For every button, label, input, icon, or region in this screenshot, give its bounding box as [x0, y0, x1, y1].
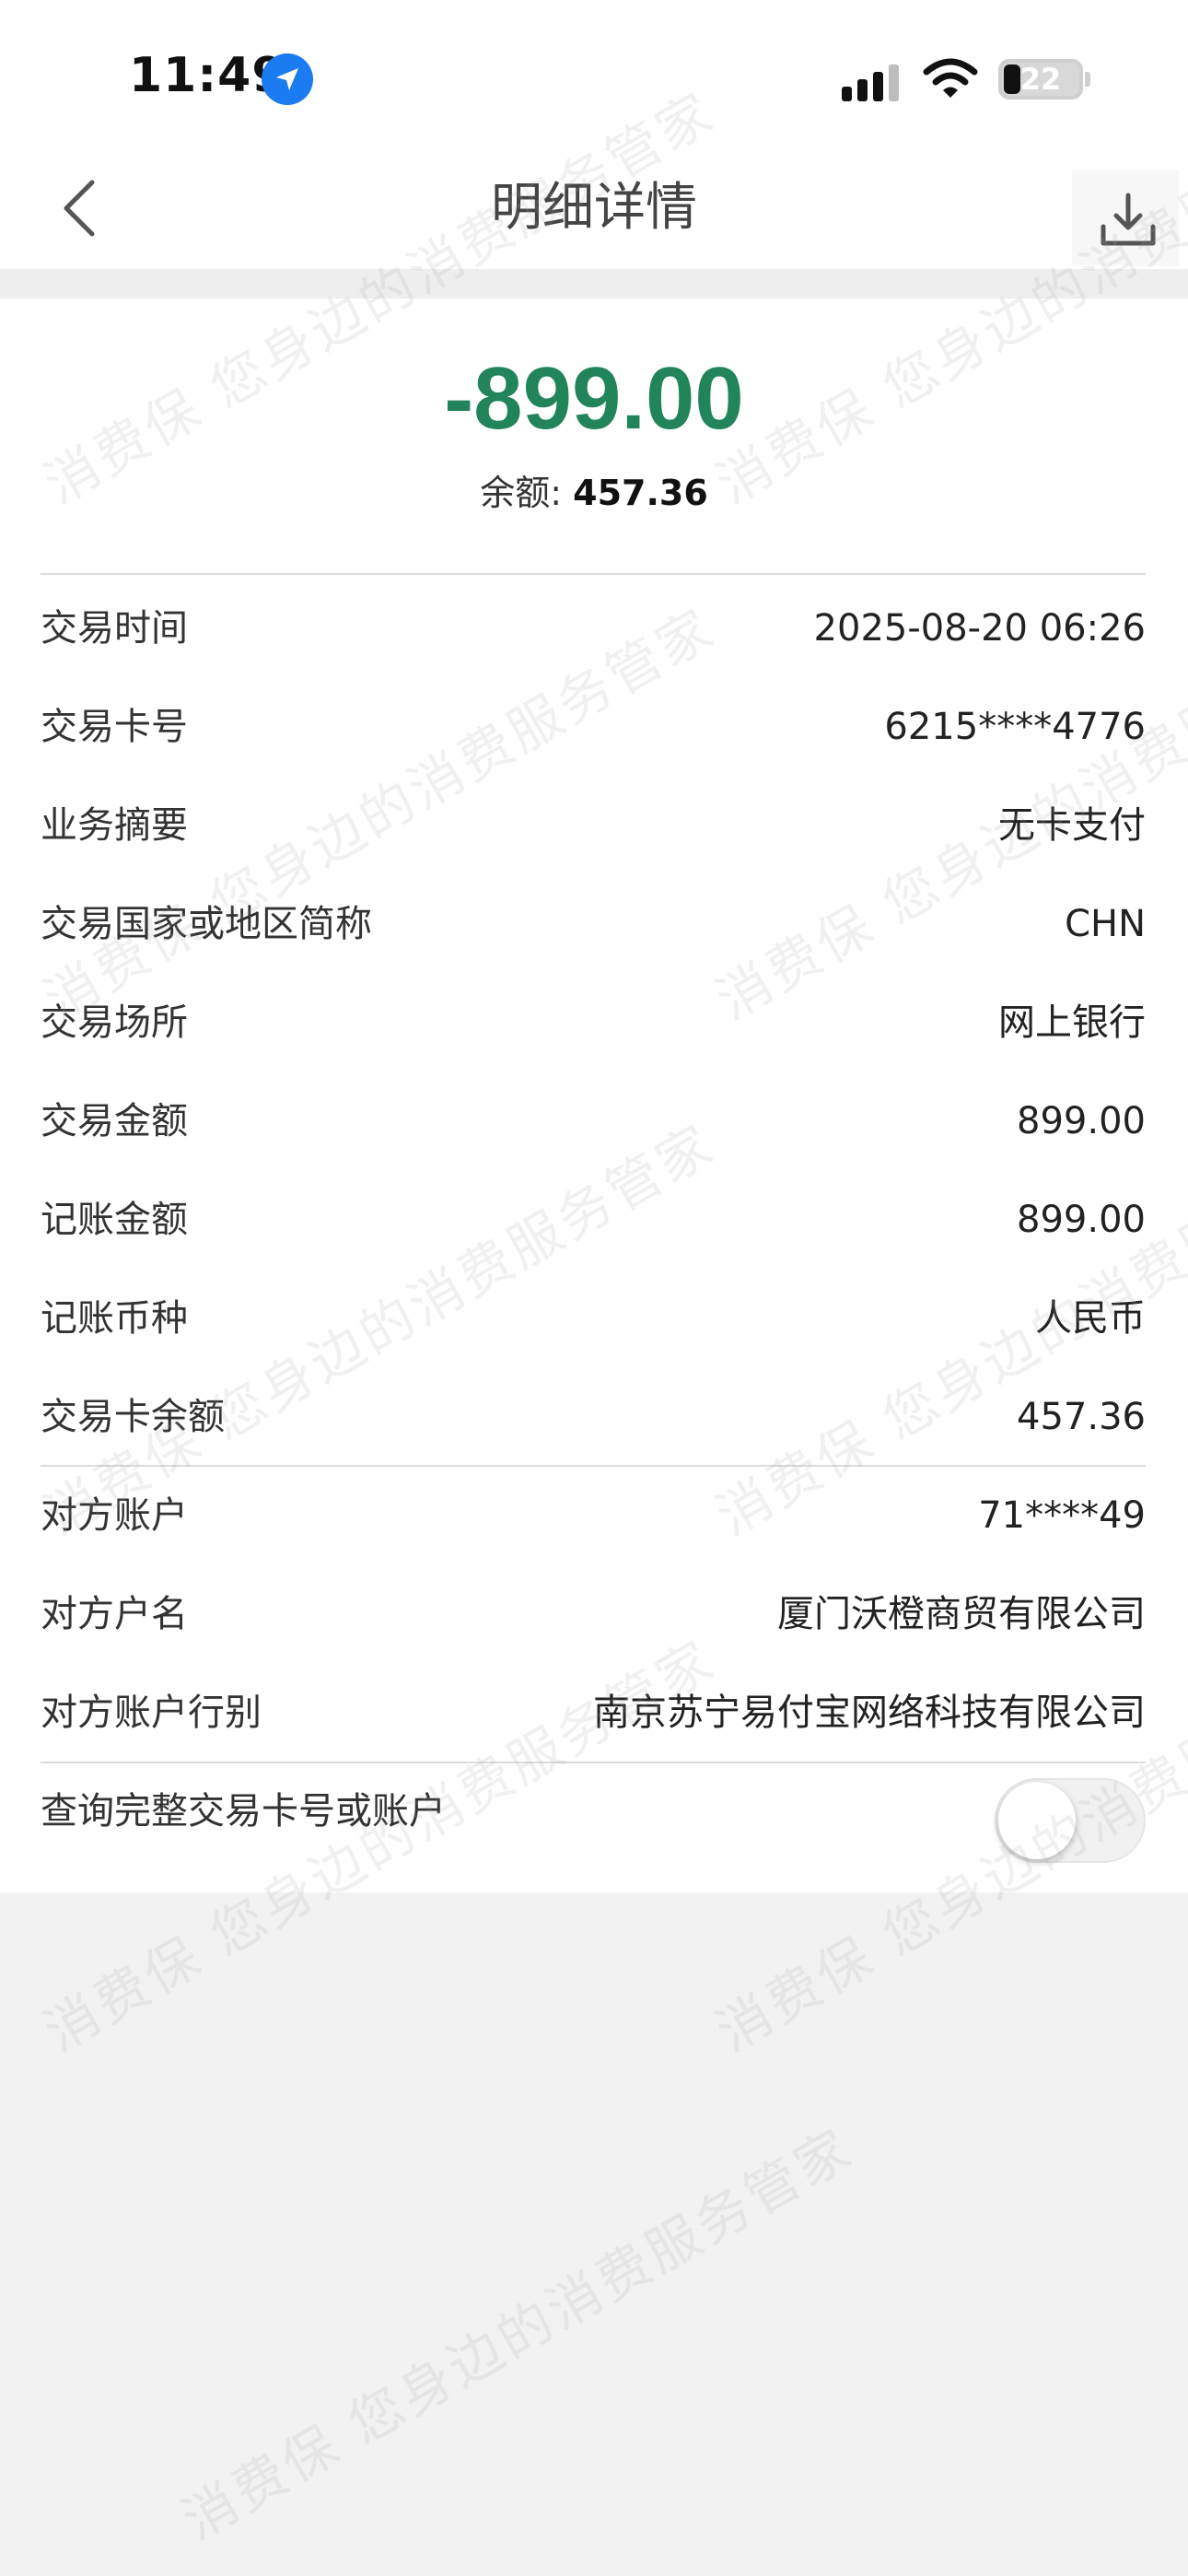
- row-label: 交易时间: [41, 607, 188, 650]
- row-label: 交易金额: [41, 1100, 188, 1142]
- balance-label: 余额:: [480, 473, 574, 513]
- row-value: 人民币: [1035, 1297, 1146, 1340]
- transaction-detail-card: -899.00 余额: 457.36 交易时间 2025-08-20 06:26…: [0, 299, 1188, 1892]
- detail-row-card-balance: 交易卡余额 457.36: [41, 1368, 1146, 1467]
- row-value: 网上银行: [998, 1001, 1146, 1044]
- row-value: 899.00: [1017, 1100, 1146, 1142]
- row-label: 交易卡余额: [41, 1396, 225, 1438]
- full-number-toggle-label: 查询完整交易卡号或账户: [41, 1790, 446, 1832]
- divider: [41, 1762, 1146, 1763]
- row-value: 无卡支付: [998, 804, 1146, 847]
- toggle-knob: [998, 1782, 1076, 1859]
- row-label: 对方账户行别: [41, 1692, 262, 1734]
- row-label: 交易国家或地区简称: [41, 903, 372, 945]
- row-value: 899.00: [1017, 1199, 1146, 1241]
- detail-row-posting-currency: 记账币种 人民币: [41, 1270, 1146, 1368]
- download-button[interactable]: [1072, 170, 1179, 265]
- row-label: 对方户名: [41, 1593, 188, 1635]
- divider: [41, 573, 1146, 575]
- detail-row-posting-amount: 记账金额 899.00: [41, 1171, 1146, 1270]
- detail-row-transaction-time: 交易时间 2025-08-20 06:26: [41, 580, 1146, 678]
- row-value: 厦门沃橙商贸有限公司: [777, 1593, 1146, 1635]
- detail-row-transaction-amount: 交易金额 899.00: [41, 1072, 1146, 1171]
- detail-row-card-number: 交易卡号 6215****4776: [41, 678, 1146, 777]
- row-label: 业务摘要: [41, 804, 188, 847]
- page-title: 明细详情: [491, 178, 697, 238]
- row-label: 对方账户: [41, 1494, 188, 1537]
- row-value: CHN: [1065, 903, 1146, 945]
- transaction-amount: -899.00: [444, 349, 744, 448]
- location-arrow-icon: [262, 53, 313, 105]
- battery-icon: 22: [998, 59, 1083, 100]
- row-value: 2025-08-20 06:26: [813, 607, 1146, 650]
- detail-row-counterparty-name: 对方户名 厦门沃橙商贸有限公司: [41, 1565, 1146, 1664]
- row-label: 交易卡号: [41, 706, 188, 748]
- row-label: 交易场所: [41, 1001, 188, 1044]
- battery-percent: 22: [1019, 62, 1062, 97]
- balance-value: 457.36: [573, 473, 708, 513]
- nav-bar: 明细详情: [0, 147, 1188, 269]
- detail-row-venue: 交易场所 网上银行: [41, 974, 1146, 1072]
- section-gap: [0, 269, 1188, 299]
- row-label: 记账金额: [41, 1199, 188, 1241]
- detail-row-country-code: 交易国家或地区简称 CHN: [41, 875, 1146, 974]
- detail-row-counterparty-bank: 对方账户行别 南京苏宁易付宝网络科技有限公司: [41, 1664, 1146, 1762]
- row-value: 457.36: [1017, 1396, 1146, 1438]
- balance-line: 余额: 457.36: [0, 464, 1188, 515]
- detail-row-business-summary: 业务摘要 无卡支付: [41, 777, 1146, 875]
- detail-row-counterparty-account: 对方账户 71****49: [41, 1467, 1146, 1565]
- battery-cap: [1085, 72, 1090, 87]
- row-value: 71****49: [978, 1494, 1146, 1537]
- row-label: 记账币种: [41, 1297, 188, 1340]
- download-icon: [1101, 193, 1156, 246]
- wifi-icon: [923, 58, 978, 98]
- watermark-text: 消费保 您身边的消费服务管家: [171, 2116, 864, 2553]
- full-number-toggle[interactable]: [995, 1778, 1146, 1863]
- row-value: 6215****4776: [884, 706, 1146, 748]
- cellular-signal-icon: [842, 64, 899, 101]
- row-value: 南京苏宁易付宝网络科技有限公司: [593, 1692, 1146, 1734]
- chevron-left-icon[interactable]: [52, 173, 107, 243]
- status-bar: 11:49 22: [0, 0, 1188, 147]
